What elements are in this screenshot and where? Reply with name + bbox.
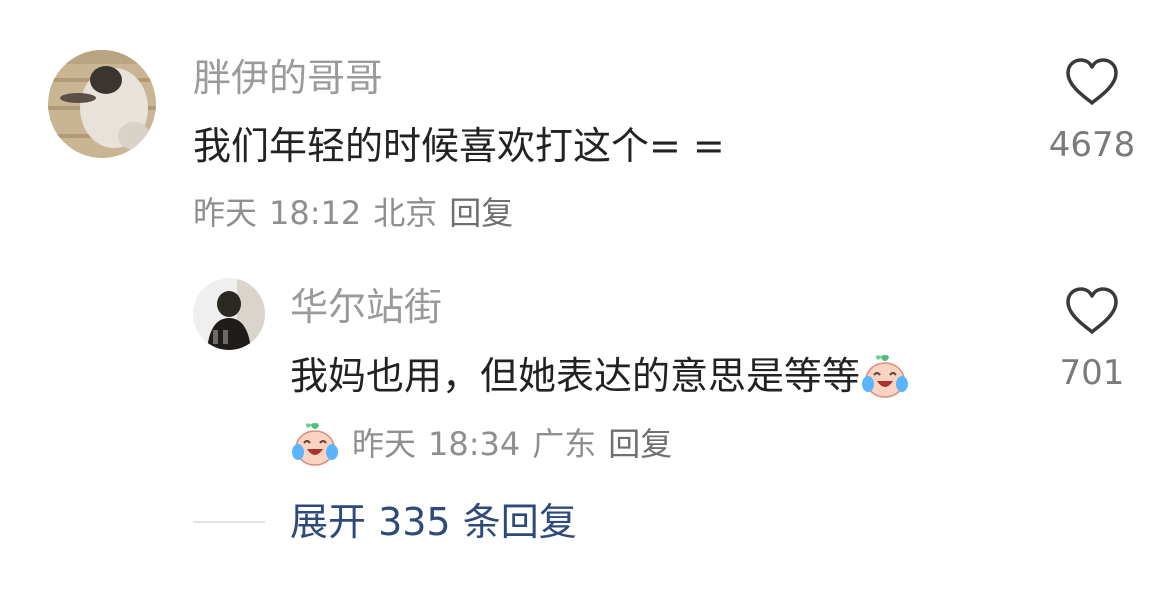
laughing-crying-emoji-icon <box>862 355 909 398</box>
reply-time: 18:34 <box>428 425 521 463</box>
reply-like-count: 701 <box>1059 353 1125 393</box>
comment-meta: 昨天 18:12 北京 回复 <box>193 193 513 233</box>
expand-divider <box>193 521 265 523</box>
comment-reply-button[interactable]: 回复 <box>449 193 513 233</box>
reply-reply-button[interactable]: 回复 <box>608 424 672 464</box>
laughing-crying-emoji-icon <box>292 423 338 466</box>
reply-text-row[interactable]: 我妈也用，但她表达的意思是等等 <box>290 351 910 401</box>
reply-avatar[interactable] <box>193 278 265 350</box>
comment-location: 北京 <box>373 194 438 232</box>
comment-text[interactable]: 我们年轻的时候喜欢打这个= = <box>193 123 725 169</box>
comment-like-count: 4678 <box>1048 125 1136 165</box>
dog-photo-avatar-image <box>48 50 156 158</box>
heart-outline-icon[interactable] <box>1064 286 1120 336</box>
comment-date: 昨天 <box>193 194 258 232</box>
comment-username[interactable]: 胖伊的哥哥 <box>193 55 383 101</box>
person-photo-avatar-image <box>193 278 265 350</box>
reply-username[interactable]: 华尔站街 <box>290 284 442 330</box>
reply-text: 我妈也用，但她表达的意思是等等 <box>290 354 861 398</box>
comment-thread: 胖伊的哥哥 我们年轻的时候喜欢打这个= = 昨天 18:12 北京 回复 467… <box>0 0 1170 597</box>
heart-outline-icon[interactable] <box>1064 57 1120 107</box>
comment-time: 18:12 <box>269 194 362 232</box>
avatar[interactable] <box>48 50 156 158</box>
reply-meta: 昨天 18:34 广东 回复 <box>290 419 672 469</box>
reply-location: 广东 <box>532 425 597 463</box>
expand-replies-button[interactable]: 展开 335 条回复 <box>290 499 577 545</box>
reply-date: 昨天 <box>352 425 417 463</box>
